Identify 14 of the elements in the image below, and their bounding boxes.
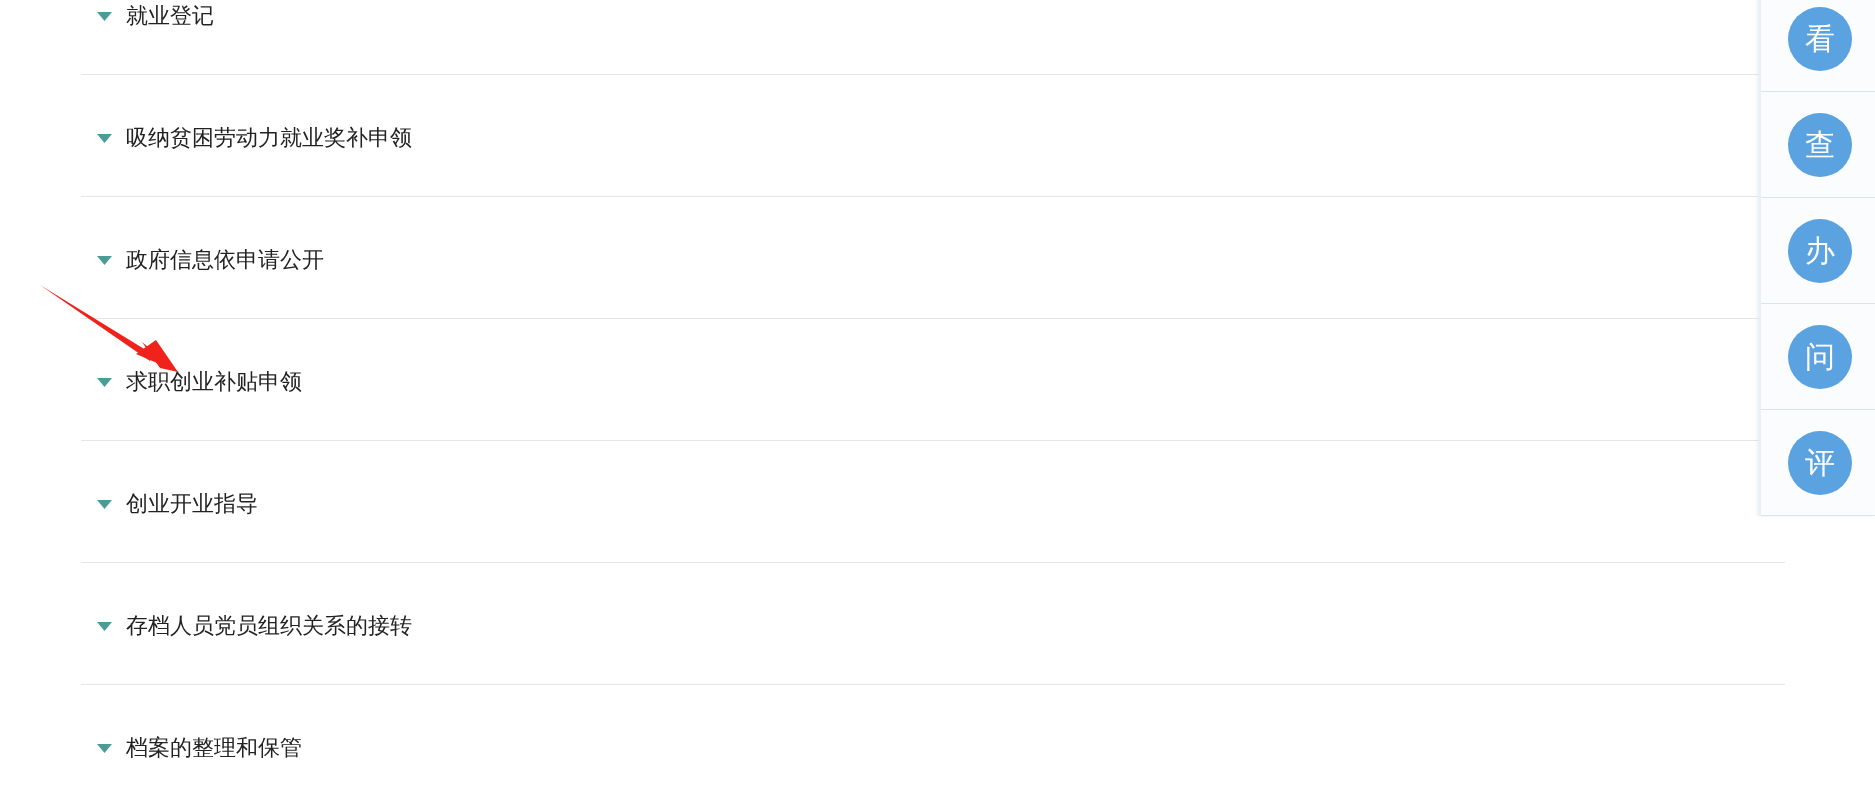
caret-icon <box>97 11 112 21</box>
service-item[interactable]: 就业登记 <box>126 3 214 29</box>
caret-icon <box>97 499 112 509</box>
service-item[interactable]: 档案的整理和保管 <box>126 735 302 761</box>
caret-icon <box>97 255 112 265</box>
service-item[interactable]: 吸纳贫困劳动力就业奖补申领 <box>126 125 412 151</box>
caret-icon <box>97 621 112 631</box>
service-item[interactable]: 存档人员党员组织关系的接转 <box>126 613 412 639</box>
service-item[interactable]: 政府信息依申请公开 <box>126 247 324 273</box>
service-item[interactable]: 求职创业补贴申领 <box>126 369 302 395</box>
service-item[interactable]: 创业开业指导 <box>126 491 258 517</box>
caret-icon <box>97 377 112 387</box>
caret-icon <box>97 743 112 753</box>
caret-icon <box>97 133 112 143</box>
